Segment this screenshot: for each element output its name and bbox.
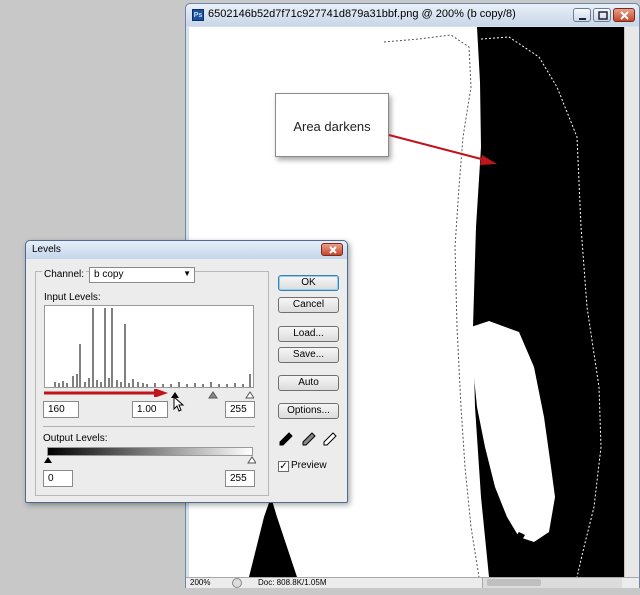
input-levels-label: Input Levels: bbox=[44, 292, 101, 303]
black-eyedropper-icon[interactable] bbox=[279, 432, 293, 446]
vertical-scrollbar[interactable] bbox=[624, 27, 639, 577]
input-gamma-field[interactable]: 1.00 bbox=[132, 401, 168, 418]
gray-eyedropper-icon[interactable] bbox=[302, 432, 316, 446]
minimize-icon bbox=[579, 18, 586, 20]
channel-value: b copy bbox=[94, 269, 124, 280]
maximize-icon bbox=[598, 11, 608, 20]
maximize-button[interactable] bbox=[593, 8, 611, 22]
document-title: 6502146b52d7f71c927741d879a31bbf.png @ 2… bbox=[208, 8, 516, 20]
lower-left-dark-region bbox=[249, 497, 297, 577]
output-white-handle bbox=[247, 456, 256, 464]
horizontal-scrollbar-thumb[interactable] bbox=[487, 579, 541, 586]
annotation-arrow-slider bbox=[44, 389, 168, 397]
histogram-graph bbox=[54, 308, 251, 387]
white-eyedropper-icon[interactable] bbox=[323, 432, 337, 446]
output-white-field[interactable]: 255 bbox=[225, 470, 255, 487]
channel-select[interactable]: b copy ▼ bbox=[89, 267, 195, 283]
auto-button[interactable]: Auto bbox=[278, 375, 339, 391]
levels-title: Levels bbox=[32, 244, 61, 255]
options-button[interactable]: Options... bbox=[278, 403, 339, 419]
levels-close-button[interactable] bbox=[321, 243, 343, 256]
horizontal-scrollbar[interactable] bbox=[482, 578, 622, 588]
mouse-cursor-icon bbox=[173, 396, 185, 412]
preview-label: Preview bbox=[291, 460, 327, 471]
status-info-icon[interactable] bbox=[232, 578, 242, 588]
separator bbox=[43, 426, 255, 427]
input-white-field[interactable]: 255 bbox=[225, 401, 255, 418]
levels-dialog: Levels Channel: b copy ▼ Input Levels: 1… bbox=[25, 240, 348, 503]
histogram bbox=[44, 305, 254, 388]
output-black-field[interactable]: 0 bbox=[43, 470, 73, 487]
output-levels-gradient bbox=[47, 447, 253, 456]
output-black-handle bbox=[44, 457, 52, 463]
output-levels-label: Output Levels: bbox=[43, 433, 108, 444]
status-bar: 200% Doc: 808.8K/1.05M bbox=[186, 577, 639, 588]
cancel-button[interactable]: Cancel bbox=[278, 297, 339, 313]
callout-text: Area darkens bbox=[293, 119, 371, 134]
save-button[interactable]: Save... bbox=[278, 347, 339, 363]
zoom-level[interactable]: 200% bbox=[190, 578, 210, 588]
ok-button[interactable]: OK bbox=[278, 275, 339, 291]
annotation-callout: Area darkens bbox=[275, 93, 389, 157]
chevron-down-icon: ▼ bbox=[183, 269, 191, 278]
load-button[interactable]: Load... bbox=[278, 326, 339, 342]
photoshop-app-icon: Ps bbox=[192, 9, 204, 21]
channel-label: Channel: bbox=[42, 269, 87, 280]
minimize-button[interactable] bbox=[573, 8, 591, 22]
document-info: Doc: 808.8K/1.05M bbox=[258, 578, 327, 587]
levels-titlebar[interactable]: Levels bbox=[26, 241, 347, 259]
input-gamma-handle bbox=[208, 391, 218, 399]
input-white-point-handle bbox=[245, 391, 254, 399]
document-titlebar[interactable]: Ps 6502146b52d7f71c927741d879a31bbf.png … bbox=[186, 4, 639, 26]
close-button[interactable] bbox=[613, 8, 635, 22]
selection-outline-left bbox=[383, 34, 480, 577]
preview-checkbox[interactable]: ✓ bbox=[278, 461, 289, 472]
close-icon bbox=[620, 11, 629, 20]
input-black-field[interactable]: 160 bbox=[43, 401, 79, 418]
output-levels-slider[interactable] bbox=[44, 456, 256, 465]
close-icon bbox=[329, 246, 337, 254]
